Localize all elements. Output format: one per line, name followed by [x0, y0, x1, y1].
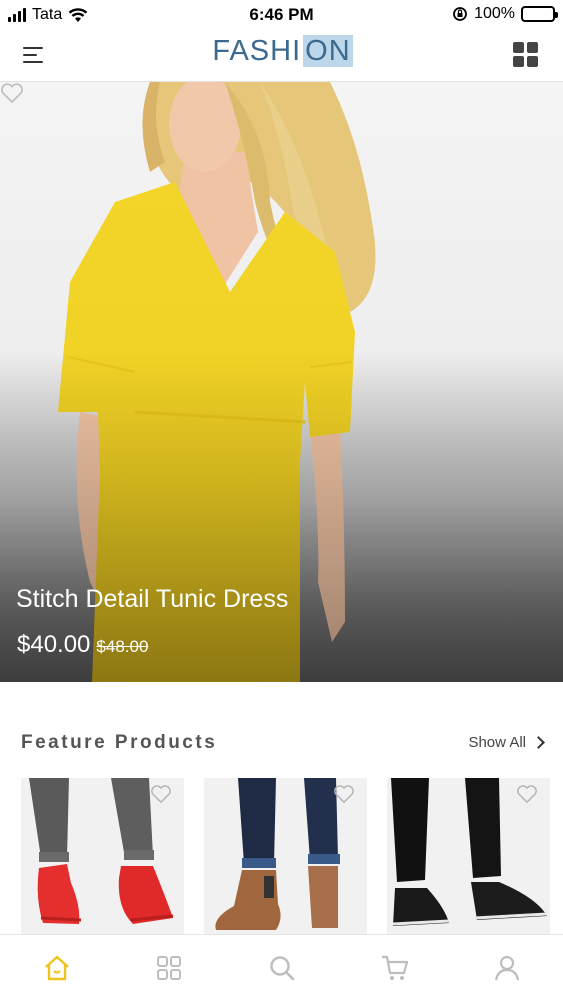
chevron-right-icon: [532, 736, 545, 749]
categories-icon[interactable]: [154, 953, 184, 983]
cart-icon[interactable]: [380, 953, 410, 983]
current-price: $40.00: [17, 631, 91, 658]
heart-icon[interactable]: [0, 82, 24, 104]
battery-icon: [521, 6, 558, 22]
tab-bar: [0, 934, 563, 1000]
battery-percent: 100%: [474, 5, 515, 22]
home-icon[interactable]: [42, 953, 72, 983]
logo-text-a: FASHI: [212, 35, 302, 67]
heart-icon[interactable]: [516, 784, 538, 804]
show-all-link[interactable]: Show All: [468, 734, 545, 751]
product-card[interactable]: [21, 778, 184, 934]
hero-banner[interactable]: Stitch Detail Tunic Dress $40.00 $48.00: [0, 82, 563, 682]
grid-view-button[interactable]: [513, 42, 539, 68]
product-card[interactable]: [387, 778, 550, 934]
product-card[interactable]: [204, 778, 367, 934]
orientation-lock-icon: [453, 7, 467, 21]
status-right: 100%: [452, 5, 558, 23]
hero-price: $40.00 $48.00: [17, 631, 148, 659]
nav-bar: FASHI ON: [0, 30, 563, 82]
product-list: [0, 778, 563, 934]
hero-product-name: Stitch Detail Tunic Dress: [16, 585, 289, 613]
old-price: $48.00: [96, 637, 149, 656]
grid-icon: [513, 42, 524, 53]
search-icon[interactable]: [267, 953, 297, 983]
profile-icon[interactable]: [492, 953, 522, 983]
section-title: Feature Products: [21, 732, 218, 753]
logo-text-b: ON: [303, 35, 353, 67]
feature-products-header: Feature Products Show All: [0, 730, 563, 760]
show-all-label: Show All: [468, 734, 526, 751]
status-bar: Tata 6:46 PM 100%: [0, 0, 563, 30]
app-logo: FASHI ON: [0, 35, 563, 68]
heart-icon[interactable]: [333, 784, 355, 804]
heart-icon[interactable]: [150, 784, 172, 804]
